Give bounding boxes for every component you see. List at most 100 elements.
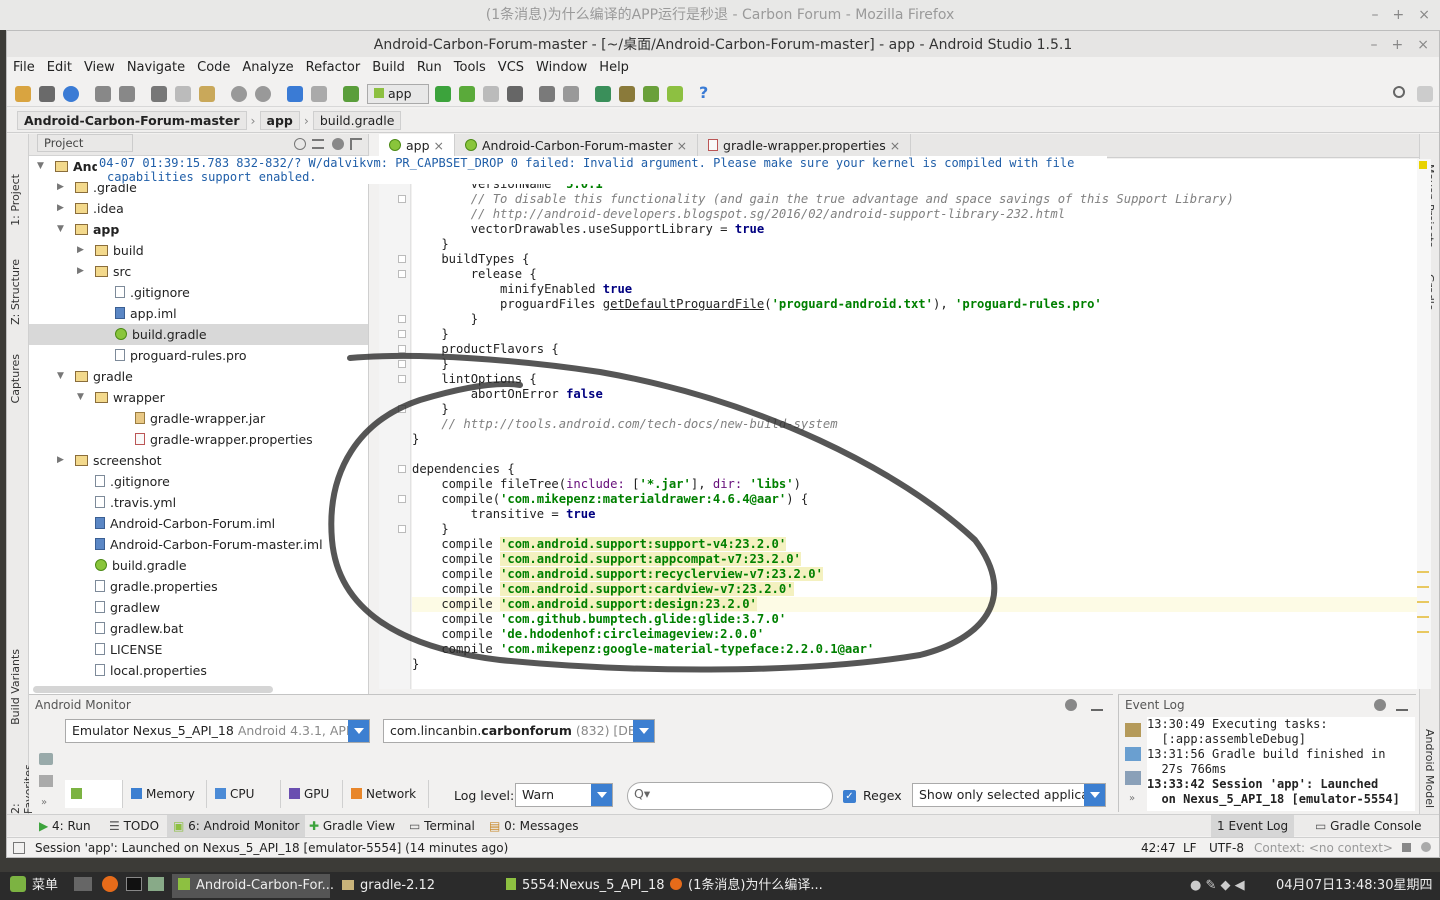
event-log-tool-button[interactable]: 1 Event Log — [1211, 815, 1295, 837]
tree-item[interactable]: local.properties — [29, 660, 368, 681]
android-model-tool-button[interactable]: Android Model — [1423, 729, 1436, 808]
tree-item[interactable]: gradlew — [29, 597, 368, 618]
menu-refactor[interactable]: Refactor — [300, 57, 367, 79]
fold-marker-icon[interactable] — [398, 315, 406, 323]
save-icon[interactable] — [39, 86, 55, 102]
log-level-select[interactable]: Warn — [515, 783, 613, 807]
open-folder-icon[interactable] — [15, 86, 31, 102]
find-icon[interactable] — [231, 86, 247, 102]
chevron-down-icon[interactable] — [591, 784, 612, 806]
record-icon[interactable] — [39, 775, 53, 787]
menu-code[interactable]: Code — [191, 57, 236, 79]
gradle-sync-icon[interactable] — [595, 86, 611, 102]
fold-marker-icon[interactable] — [398, 405, 406, 413]
taskbar-item-android-studio[interactable]: Android-Carbon-For... — [172, 874, 334, 898]
fold-marker-icon[interactable] — [398, 360, 406, 368]
editor-tab[interactable]: Android-Carbon-Forum-master × — [455, 134, 699, 157]
logcat-output[interactable]: 04-07 01:39:15.783 832-832/? W/dalvikvm:… — [97, 156, 1107, 184]
close-icon[interactable]: × — [1418, 0, 1430, 30]
scroll-to-end-icon[interactable] — [1125, 771, 1141, 785]
event-log-content[interactable]: 13:30:49 Executing tasks: [:app:assemble… — [1147, 717, 1415, 811]
make-project-icon[interactable] — [343, 86, 359, 102]
collapsed-icon[interactable]: ▶ — [57, 198, 67, 219]
tree-item[interactable]: ▶ screenshot — [29, 450, 368, 471]
fold-marker-icon[interactable] — [398, 345, 406, 353]
close-tab-icon[interactable]: × — [430, 138, 444, 153]
expanded-icon[interactable]: ▼ — [77, 387, 87, 408]
process-select[interactable]: com.lincanbin.carbonforum (832) [DEAD] — [383, 719, 655, 743]
menu-vcs[interactable]: VCS — [492, 57, 530, 79]
copy-icon[interactable] — [175, 86, 191, 102]
collapsed-icon[interactable]: ▶ — [57, 177, 67, 198]
lock-icon[interactable] — [1402, 843, 1411, 852]
menu-analyze[interactable]: Analyze — [236, 57, 299, 79]
close-tab-icon[interactable]: × — [673, 138, 687, 153]
tree-item[interactable]: ▶ .idea — [29, 198, 368, 219]
tree-item[interactable]: gradle-wrapper.jar — [29, 408, 368, 429]
android-device-monitor-icon[interactable] — [667, 86, 683, 102]
status-message[interactable]: Session 'app': Launched on Nexus_5_API_1… — [35, 838, 508, 857]
menu-view[interactable]: View — [78, 57, 121, 79]
start-menu-button[interactable]: 菜单 — [4, 874, 64, 898]
project-view-select[interactable]: Project — [37, 134, 133, 152]
replace-icon[interactable] — [255, 86, 271, 102]
taskbar-item-firefox[interactable]: (1条消息)为什么编译... — [664, 874, 823, 898]
debug-icon[interactable] — [459, 86, 475, 102]
breadcrumb-item[interactable]: app — [259, 111, 300, 130]
tree-item[interactable]: build.gradle — [29, 324, 368, 345]
editor-tab[interactable]: gradle-wrapper.properties × — [698, 134, 912, 157]
expanded-icon[interactable]: ▼ — [57, 219, 67, 240]
fold-marker-icon[interactable] — [398, 270, 406, 278]
tree-item[interactable]: ▶ build — [29, 240, 368, 261]
maximize-icon[interactable]: + — [1393, 0, 1405, 30]
expanded-icon[interactable]: ▼ — [37, 156, 47, 177]
more-icon[interactable]: » — [1129, 793, 1135, 804]
breadcrumb-item[interactable]: Android-Carbon-Forum-master — [17, 111, 247, 130]
tree-item[interactable]: app.iml — [29, 303, 368, 324]
tree-item[interactable]: build.gradle — [29, 555, 368, 576]
tree-item[interactable]: proguard-rules.pro — [29, 345, 368, 366]
android-monitor-tool-button[interactable]: ▣ 6: Android Monitor — [167, 815, 306, 837]
forward-icon[interactable] — [311, 86, 327, 102]
settings-icon[interactable] — [563, 86, 579, 102]
taskbar-item-gradle[interactable]: gradle-2.12 — [336, 874, 494, 898]
taskbar-item-emulator[interactable]: 5554:Nexus_5_API_18 — [500, 874, 665, 898]
menu-tools[interactable]: Tools — [448, 57, 492, 79]
tree-item[interactable]: .travis.yml — [29, 492, 368, 513]
tree-item[interactable]: Android-Carbon-Forum-master.iml — [29, 534, 368, 555]
tree-item[interactable]: ▶ src — [29, 261, 368, 282]
fold-marker-icon[interactable] — [398, 255, 406, 263]
files-launcher-icon[interactable] — [142, 874, 170, 898]
tree-item[interactable]: ▼ wrapper — [29, 387, 368, 408]
back-icon[interactable] — [287, 86, 303, 102]
fold-marker-icon[interactable] — [398, 465, 406, 473]
sync-icon[interactable] — [63, 86, 79, 102]
maximize-icon[interactable]: + — [1392, 31, 1404, 59]
tree-item[interactable]: ▼ app — [29, 219, 368, 240]
file-encoding[interactable]: UTF-8 — [1209, 838, 1244, 857]
fold-marker-icon[interactable] — [398, 330, 406, 338]
run-icon[interactable] — [435, 86, 451, 102]
more-icon[interactable]: » — [41, 797, 47, 808]
fold-marker-icon[interactable] — [398, 525, 406, 533]
coverage-icon[interactable] — [483, 86, 499, 102]
menu-build[interactable]: Build — [366, 57, 411, 79]
line-separator[interactable]: LF — [1183, 838, 1197, 857]
hide-panel-icon[interactable] — [350, 138, 362, 150]
captures-tool-button[interactable]: Captures — [9, 354, 22, 403]
undo-icon[interactable] — [95, 86, 111, 102]
run-config-select[interactable]: app — [367, 84, 429, 104]
error-stripe[interactable] — [1417, 159, 1431, 689]
minimize-icon[interactable]: – — [1372, 0, 1379, 30]
run-tool-button[interactable]: ▶ 4: Run — [33, 815, 97, 837]
hide-panel-icon[interactable] — [1091, 699, 1103, 711]
collapsed-icon[interactable]: ▶ — [77, 240, 87, 261]
close-icon[interactable]: × — [1417, 31, 1429, 59]
menu-window[interactable]: Window — [530, 57, 593, 79]
messages-tool-button[interactable]: ▤ 0: Messages — [483, 815, 585, 837]
mark-read-icon[interactable] — [1125, 747, 1141, 761]
cut-icon[interactable] — [151, 86, 167, 102]
structure-tool-button[interactable]: Z: Structure — [9, 259, 22, 325]
search-everywhere-icon[interactable] — [1393, 86, 1405, 98]
scroll-from-source-icon[interactable] — [294, 138, 306, 150]
